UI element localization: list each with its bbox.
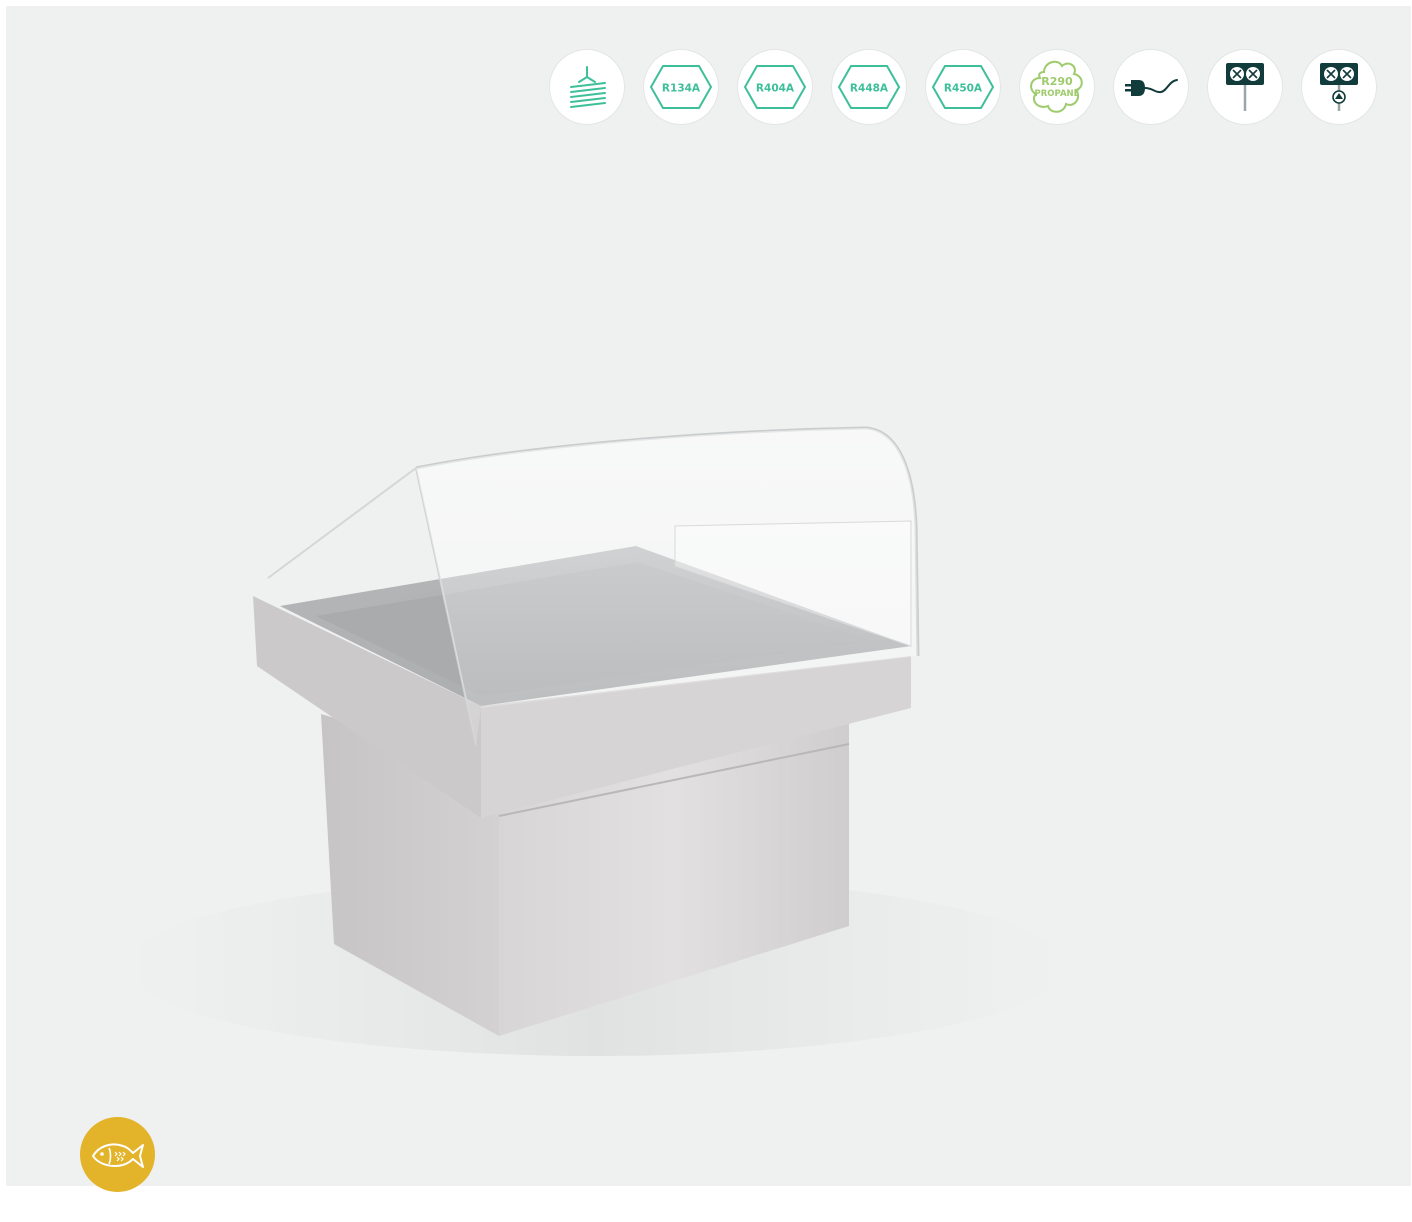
refrigerant-r448a-icon: R448A (837, 65, 901, 109)
refrigerant-r134a-icon: R134A (649, 65, 713, 109)
refrigerant-r450a-label: R450A (944, 83, 983, 95)
refrigerant-r290-propane-icon: R290 PROPANE (1030, 60, 1083, 113)
remote-unit-pump-icon (1320, 63, 1358, 111)
plug-in-badge (1114, 50, 1188, 124)
refrigerant-r404a-label: R404A (756, 83, 795, 95)
refrigerant-r290-label: R290 (1041, 75, 1073, 88)
refrigerant-r134a-label: R134A (662, 83, 701, 95)
refrigerant-r450a-icon: R450A (931, 65, 995, 109)
refrigerant-r448a-badge: R448A (832, 50, 906, 124)
refrigerant-propane-label: PROPANE (1035, 89, 1080, 99)
product-panel: R134A R404A R448A R450A R290 PROPANE (6, 6, 1411, 1192)
display-counter-image (126, 426, 1066, 1056)
refrigerant-r450a-badge: R450A (926, 50, 1000, 124)
remote-unit-icon (1226, 63, 1264, 111)
refrigerant-r134a-badge: R134A (644, 50, 718, 124)
fish-icon (91, 1142, 144, 1168)
remote-unit-pump-badge (1302, 50, 1376, 124)
fan-cooling-badge (550, 50, 624, 124)
category-fish-badge (80, 1117, 155, 1192)
refrigerant-r448a-label: R448A (850, 83, 889, 95)
fan-cooling-icon (570, 66, 606, 108)
refrigerant-r404a-icon: R404A (743, 65, 807, 109)
feature-icons-row: R134A R404A R448A R450A R290 PROPANE (550, 50, 1376, 124)
refrigerant-r404a-badge: R404A (738, 50, 812, 124)
plug-in-icon (1125, 79, 1178, 96)
remote-unit-badge (1208, 50, 1282, 124)
refrigerant-r290-badge: R290 PROPANE (1020, 50, 1094, 124)
